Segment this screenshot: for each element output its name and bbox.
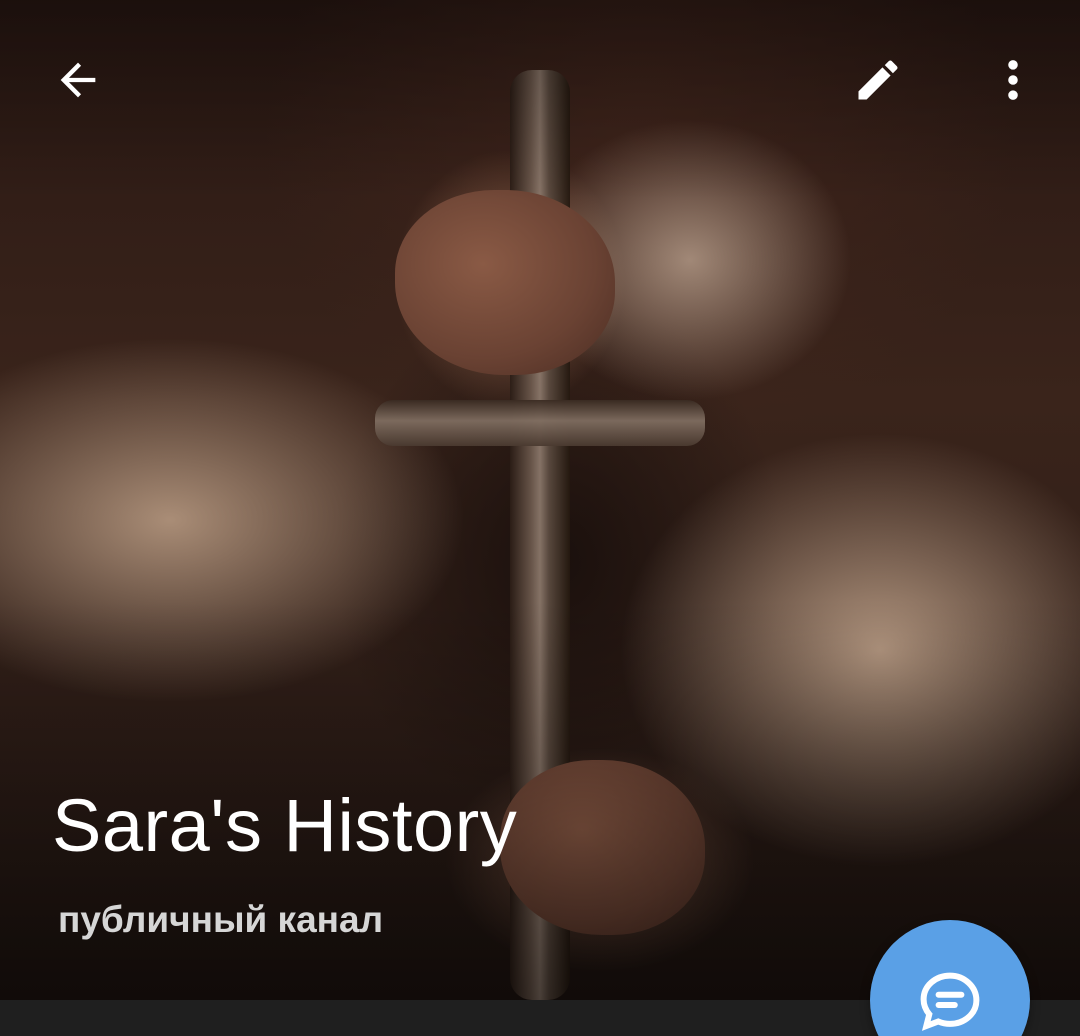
channel-type-label: публичный канал	[58, 899, 384, 940]
channel-profile-screen: Sara's History публичный канал	[0, 0, 1080, 1036]
chat-bubble-icon	[920, 972, 980, 1031]
channel-name: Sara's History	[52, 784, 518, 867]
cover-crossguard-shape	[375, 400, 705, 446]
edit-button[interactable]	[830, 32, 926, 128]
back-button[interactable]	[30, 32, 126, 128]
pencil-icon	[858, 60, 898, 100]
more-vertical-icon	[1008, 60, 1018, 100]
cover-hand-top-shape	[395, 190, 615, 375]
arrow-back-icon	[60, 62, 96, 98]
more-options-button[interactable]	[965, 32, 1061, 128]
